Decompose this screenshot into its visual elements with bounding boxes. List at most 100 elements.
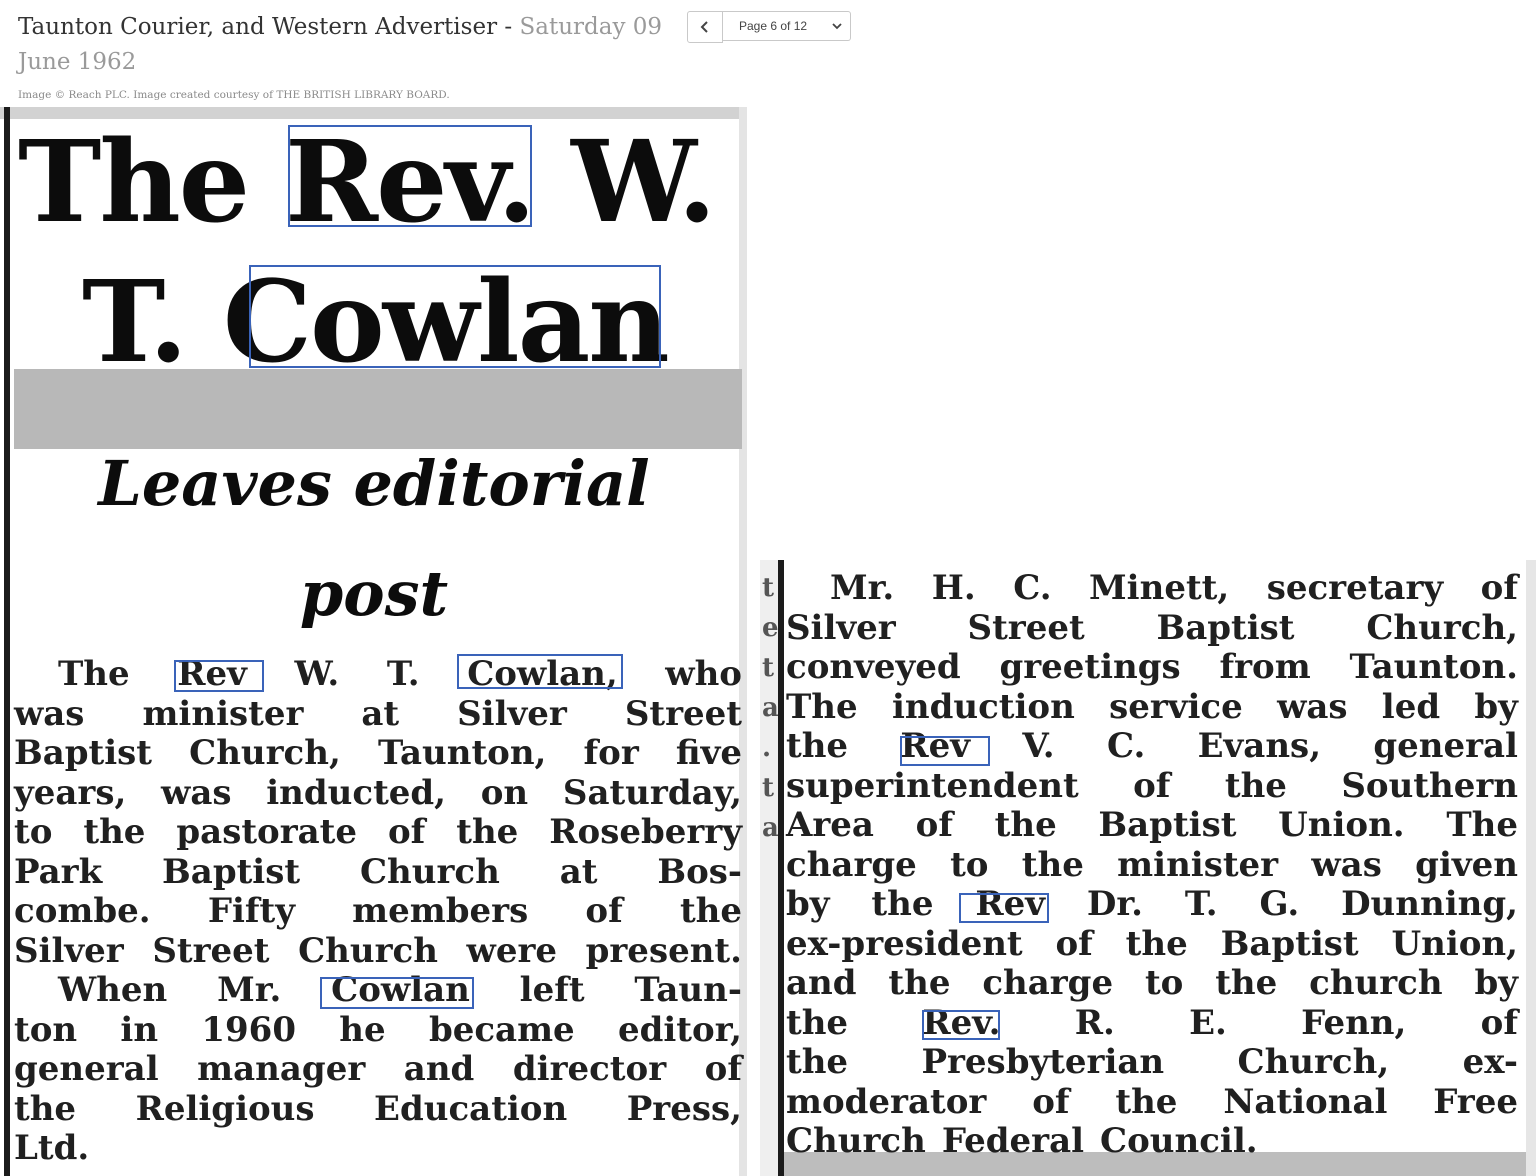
word: present.	[585, 930, 742, 971]
previous-page-button[interactable]	[687, 11, 723, 43]
chevron-left-icon	[700, 21, 708, 33]
word: was	[14, 693, 85, 734]
publication-name: Taunton Courier, and Western Advertiser	[18, 14, 498, 40]
word: Evans,	[1197, 726, 1322, 766]
word: led	[1381, 686, 1441, 727]
page-navigator: Page 6 of 12	[687, 11, 851, 43]
word: Rev	[900, 726, 971, 766]
word: Federal	[941, 1121, 1085, 1161]
text-line: years, was inducted, on Saturday,	[14, 772, 742, 814]
word: Council.	[1100, 1121, 1258, 1161]
edge-char: t	[762, 653, 775, 683]
word: Silver	[457, 693, 567, 734]
word: for	[583, 733, 639, 773]
text-line: the Rev V. C. Evans, general	[786, 726, 1518, 767]
article-column-1: The Rev W. T. Cowlan, who was minister at Silver…	[14, 654, 742, 1169]
word: Press,	[626, 1088, 742, 1129]
text-line: Silver Street Baptist Church,	[786, 607, 1518, 649]
word: manager	[197, 1049, 366, 1089]
subheadline-line-2: post	[299, 557, 449, 630]
word: T.	[386, 654, 420, 694]
word: Park	[14, 851, 103, 892]
word: by	[1474, 963, 1518, 1003]
word: of	[1133, 765, 1171, 806]
word: Union.	[1278, 805, 1405, 845]
edge-char: t	[762, 773, 775, 803]
title-separator: -	[497, 14, 520, 40]
text-line: When Mr. Cowlan left Taun-	[14, 970, 742, 1011]
word: the	[786, 726, 849, 766]
text-line: ex-president of the Baptist Union,	[786, 923, 1518, 965]
word: of	[1480, 568, 1518, 608]
word: church	[1309, 963, 1443, 1003]
word: became	[428, 1009, 575, 1050]
text-line: conveyed greetings from Taunton.	[786, 647, 1518, 688]
image-credit: Image © Reach PLC. Image created courtes…	[18, 89, 450, 101]
text-line: ton in 1960 he became editor,	[14, 1009, 742, 1051]
word: the	[1125, 923, 1188, 964]
word: ex-president	[786, 923, 1023, 964]
word: and	[786, 963, 857, 1003]
text-line: was minister at Silver Street	[14, 693, 742, 735]
word: V.	[1022, 726, 1055, 766]
word: C.	[1013, 568, 1052, 608]
text-line: Area of the Baptist Union. The	[786, 805, 1518, 846]
word: general	[1373, 726, 1518, 766]
word: of	[915, 805, 953, 845]
word: ex-	[1462, 1042, 1518, 1082]
text-line: Silver Street Church were present.	[14, 930, 742, 972]
word: editor,	[617, 1009, 742, 1050]
word: the	[786, 1002, 849, 1043]
word: of	[1055, 923, 1093, 964]
word: members	[352, 891, 529, 931]
text-line: the Presbyterian Church, ex-	[786, 1042, 1518, 1083]
word: Dunning,	[1341, 884, 1518, 924]
word: conveyed	[786, 647, 961, 687]
word: the	[888, 963, 951, 1003]
word: Mr.	[830, 568, 895, 608]
word: Minett,	[1089, 568, 1230, 608]
word: left	[519, 970, 585, 1010]
adjacent-column-fragments: t e t a . t a	[762, 568, 779, 848]
word: Area	[786, 805, 874, 845]
word: Baptist	[14, 733, 153, 773]
word: at	[361, 693, 400, 734]
word: on	[480, 772, 529, 813]
word: R.	[1074, 1002, 1115, 1043]
word: 1960	[201, 1009, 296, 1050]
word: the	[1021, 844, 1084, 885]
text-line: Mr. H. C. Minett, secretary of	[786, 568, 1518, 609]
word: of	[585, 891, 623, 931]
word: Southern	[1341, 765, 1518, 806]
word: Church,	[1366, 607, 1518, 648]
word: the	[83, 812, 146, 852]
word: E.	[1189, 1002, 1227, 1043]
word: combe.	[14, 891, 151, 931]
word: Cowlan,	[467, 654, 618, 694]
word: the	[456, 812, 519, 852]
word: the	[14, 1088, 77, 1129]
page-select[interactable]: Page 6 of 12	[723, 11, 851, 41]
word: National	[1223, 1081, 1388, 1122]
word: Bos-	[657, 851, 742, 892]
word: the	[994, 805, 1057, 845]
word: Church,	[189, 733, 341, 773]
word: was	[1277, 686, 1348, 727]
word: the	[1115, 1081, 1178, 1122]
word: H.	[931, 568, 976, 608]
word: were	[466, 930, 557, 971]
word: Church	[298, 930, 438, 971]
word: Baptist	[162, 851, 301, 892]
newspaper-title: Taunton Courier, and Western Advertiser …	[18, 10, 678, 80]
text-line: Ltd.	[14, 1128, 742, 1169]
subheadline-line-1: Leaves editorial	[98, 447, 650, 520]
word: at	[559, 851, 598, 892]
word: Fifty	[207, 891, 295, 931]
word: general	[14, 1049, 159, 1089]
word: of	[1032, 1081, 1070, 1122]
word: Presbyterian	[921, 1042, 1165, 1082]
word: given	[1415, 844, 1518, 885]
word: by	[1474, 686, 1518, 727]
word: superintendent	[786, 765, 1079, 806]
word: C.	[1106, 726, 1146, 766]
